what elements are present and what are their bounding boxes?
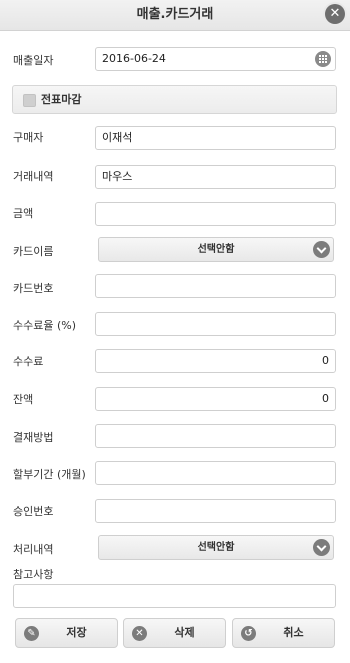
memo-label: 참고사항 <box>13 568 54 581</box>
sale-date-label: 매출일자 <box>13 54 54 67</box>
chevron-down-icon[interactable] <box>313 539 330 556</box>
balance-input[interactable]: 0 <box>95 387 336 411</box>
balance-label: 잔액 <box>13 393 34 406</box>
memo-input[interactable] <box>13 584 336 608</box>
card-name-label: 카드이름 <box>13 245 54 258</box>
fee-input[interactable]: 0 <box>95 349 336 373</box>
fee-rate-input[interactable] <box>95 312 336 336</box>
cancel-button-label: 취소 <box>283 626 304 639</box>
buyer-label: 구매자 <box>13 131 44 144</box>
fee-rate-label: 수수료율 (%) <box>13 319 77 332</box>
calendar-icon[interactable] <box>315 51 331 67</box>
processing-detail-label: 처리내역 <box>13 543 54 556</box>
payment-method-label: 결재방법 <box>13 431 54 444</box>
card-transaction-dialog: 매출.카드거래 ✕ 매출일자 2016-06-24 전표마감 구매자 이재석 거… <box>0 0 350 663</box>
chevron-down-icon[interactable] <box>313 241 330 258</box>
amount-label: 금액 <box>13 207 34 220</box>
processing-detail-select[interactable]: 선택안함 <box>98 535 334 560</box>
delete-button[interactable]: ✕ 삭제 <box>123 618 226 648</box>
processing-detail-selected: 선택안함 <box>197 542 235 553</box>
card-name-selected: 선택안함 <box>197 244 235 255</box>
dialog-header: 매출.카드거래 ✕ <box>0 0 350 31</box>
sale-date-input[interactable]: 2016-06-24 <box>95 47 336 71</box>
installment-label: 할부기간 (개월) <box>13 468 86 481</box>
card-name-select[interactable]: 선택안함 <box>98 237 334 262</box>
checkbox-icon[interactable] <box>23 94 36 107</box>
approval-number-input[interactable] <box>95 499 336 523</box>
amount-input[interactable] <box>95 202 336 226</box>
delete-button-label: 삭제 <box>174 626 195 639</box>
approval-number-label: 승인번호 <box>13 505 54 518</box>
close-icon[interactable]: ✕ <box>325 4 345 24</box>
save-button-label: 저장 <box>66 626 87 639</box>
slip-close-checkbox[interactable]: 전표마감 <box>12 85 337 114</box>
save-button[interactable]: ✎ 저장 <box>15 618 118 648</box>
sale-date-value: 2016-06-24 <box>102 52 166 65</box>
buyer-input[interactable]: 이재석 <box>95 126 336 150</box>
card-number-label: 카드번호 <box>13 282 54 295</box>
transaction-detail-input[interactable]: 마우스 <box>95 165 336 189</box>
card-number-input[interactable] <box>95 274 336 298</box>
slip-close-label: 전표마감 <box>41 93 82 106</box>
transaction-detail-label: 거래내역 <box>13 170 54 183</box>
payment-method-input[interactable] <box>95 424 336 448</box>
fee-label: 수수료 <box>13 355 44 368</box>
cancel-button[interactable]: ↺ 취소 <box>232 618 335 648</box>
installment-input[interactable] <box>95 461 336 485</box>
dialog-title: 매출.카드거래 <box>136 7 214 22</box>
